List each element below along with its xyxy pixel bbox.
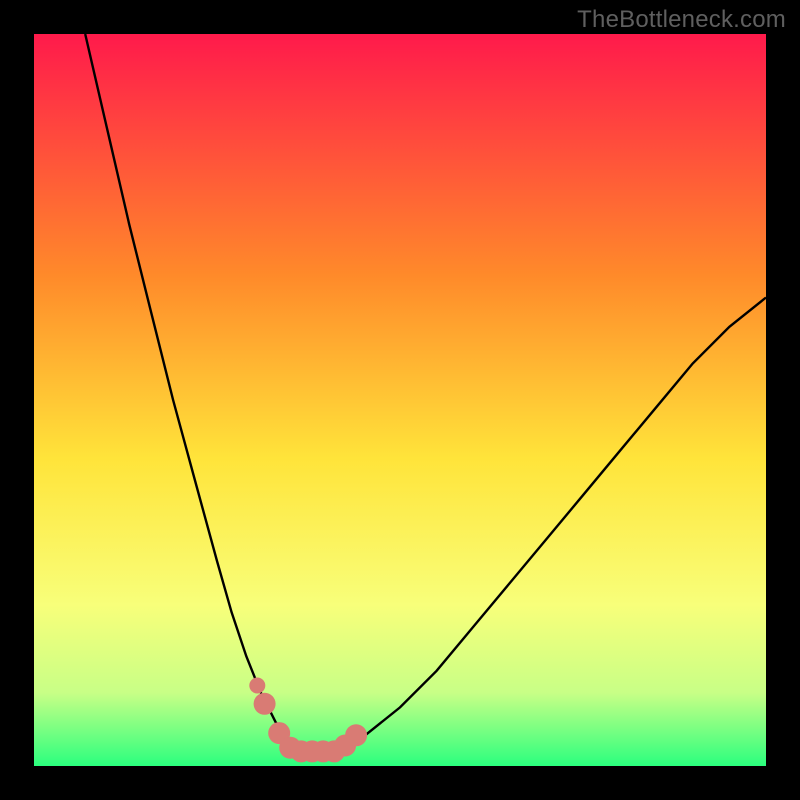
marker-dot bbox=[345, 724, 367, 746]
marker-dot bbox=[254, 693, 276, 715]
chart-frame: TheBottleneck.com bbox=[0, 0, 800, 800]
marker-dot bbox=[249, 678, 265, 694]
bottleneck-curve bbox=[85, 34, 766, 751]
marker-group bbox=[249, 678, 367, 763]
curve-layer bbox=[34, 34, 766, 766]
watermark-text: TheBottleneck.com bbox=[577, 6, 786, 34]
